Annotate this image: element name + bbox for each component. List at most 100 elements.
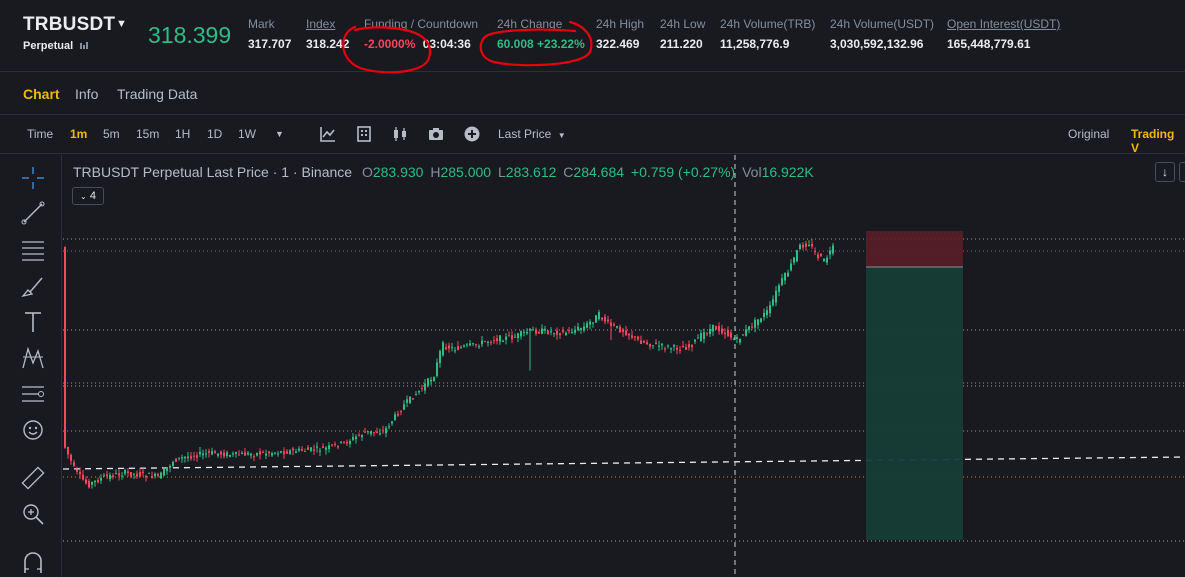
stat-label[interactable]: Open Interest(USDT) bbox=[947, 17, 1060, 31]
arrow-down-icon[interactable]: ↓ bbox=[1155, 162, 1175, 182]
candlestick-chart-canvas[interactable] bbox=[63, 155, 1185, 577]
candle-body bbox=[103, 475, 105, 477]
stop-loss-zone bbox=[866, 231, 963, 267]
candle-body bbox=[322, 446, 324, 448]
candle-body bbox=[139, 472, 141, 477]
crosshair-icon[interactable] bbox=[20, 165, 46, 191]
brush-icon[interactable] bbox=[20, 273, 46, 299]
candle-body bbox=[79, 472, 81, 475]
interval-1w[interactable]: 1W bbox=[238, 127, 256, 141]
candle-body bbox=[142, 471, 144, 473]
stat-label[interactable]: Index bbox=[306, 17, 349, 31]
stat-value: 60.008 +23.22% bbox=[497, 37, 585, 51]
chevron-down-icon[interactable]: ▼ bbox=[275, 129, 284, 139]
candle-body bbox=[304, 450, 306, 452]
ruler-icon[interactable] bbox=[20, 465, 46, 491]
plus-circle-icon[interactable] bbox=[463, 125, 481, 143]
candle-body bbox=[337, 445, 339, 448]
emoji-icon[interactable] bbox=[20, 417, 46, 443]
candle-body bbox=[127, 471, 129, 473]
candle-body bbox=[475, 344, 477, 346]
contract-info-icon bbox=[80, 42, 88, 49]
candle-body bbox=[271, 453, 273, 456]
tab-info[interactable]: Info bbox=[75, 86, 98, 102]
magnet-icon[interactable] bbox=[20, 549, 46, 575]
candle-body bbox=[259, 451, 261, 455]
stat-label: 24h Volume(TRB) bbox=[720, 17, 816, 31]
candle-body bbox=[433, 377, 435, 382]
candle-body bbox=[448, 345, 450, 349]
view-tradingview[interactable]: Trading V bbox=[1131, 127, 1185, 155]
stat-label: 24h Low bbox=[660, 17, 706, 31]
zoom-icon[interactable] bbox=[20, 501, 46, 527]
legend-close: 284.684 bbox=[573, 164, 625, 180]
candle-body bbox=[493, 340, 495, 342]
tab-chart[interactable]: Chart bbox=[23, 86, 60, 102]
chart-settings-button[interactable] bbox=[1179, 162, 1185, 182]
candle-body bbox=[754, 319, 756, 328]
candle-body bbox=[496, 338, 498, 341]
candle-body bbox=[607, 319, 609, 322]
candle-body bbox=[769, 305, 771, 314]
candle-body bbox=[772, 299, 774, 306]
price-chart[interactable]: TRBUSDT Perpetual Last Price · 1 · Binan… bbox=[63, 155, 1185, 577]
interval-5m[interactable]: 5m bbox=[103, 127, 120, 141]
interval-1d[interactable]: 1D bbox=[207, 127, 222, 141]
candle-body bbox=[184, 456, 186, 459]
candle-body bbox=[547, 330, 549, 334]
candle-body bbox=[556, 330, 558, 335]
stat-mark: Mark 317.707 bbox=[248, 17, 291, 51]
candle-body bbox=[343, 441, 345, 443]
candle-body bbox=[538, 331, 540, 334]
symbol-name[interactable]: TRBUSDT bbox=[23, 14, 115, 36]
candle-body bbox=[85, 479, 87, 484]
candle-body bbox=[181, 457, 183, 459]
indicator-collapse-toggle[interactable]: ⌄ 4 bbox=[72, 187, 104, 205]
template-icon[interactable] bbox=[355, 125, 373, 143]
stat-label[interactable]: Funding / Countdown bbox=[364, 17, 478, 31]
camera-icon[interactable] bbox=[427, 125, 445, 143]
fib-icon[interactable] bbox=[20, 237, 46, 263]
candle-body bbox=[646, 342, 648, 345]
candle-body bbox=[121, 475, 123, 477]
candle-body bbox=[418, 390, 420, 393]
candle-body bbox=[760, 318, 762, 322]
pattern-icon[interactable] bbox=[20, 345, 46, 371]
candle-body bbox=[802, 244, 804, 248]
text-icon[interactable] bbox=[20, 309, 46, 335]
candle-body bbox=[451, 347, 453, 349]
candle-body bbox=[598, 312, 600, 320]
candle-body bbox=[820, 253, 822, 257]
candle-body bbox=[523, 331, 525, 333]
price-type-select[interactable]: Last Price ▼ bbox=[498, 127, 566, 141]
candle-body bbox=[625, 330, 627, 336]
interval-1m[interactable]: 1m bbox=[70, 127, 87, 141]
chevron-down-icon[interactable]: ▼ bbox=[116, 18, 127, 30]
view-original[interactable]: Original bbox=[1068, 127, 1109, 141]
candle-body bbox=[742, 334, 744, 336]
interval-15m[interactable]: 15m bbox=[136, 127, 159, 141]
candle-body bbox=[745, 329, 747, 336]
candle-body bbox=[703, 332, 705, 339]
candle-body bbox=[619, 326, 621, 333]
candle-body bbox=[163, 468, 165, 476]
prediction-icon[interactable] bbox=[20, 381, 46, 407]
time-label: Time bbox=[27, 127, 54, 141]
candle-body bbox=[430, 379, 432, 382]
stat-label: 24h High bbox=[596, 17, 645, 31]
stat-24h-volume-trb: 24h Volume(TRB) 11,258,776.9 bbox=[720, 17, 815, 51]
indicator-icon[interactable] bbox=[319, 125, 337, 143]
interval-1h[interactable]: 1H bbox=[175, 127, 190, 141]
candle-body bbox=[514, 336, 516, 338]
candle-body bbox=[229, 455, 231, 457]
candle-body bbox=[367, 431, 369, 433]
trend-line-icon[interactable] bbox=[20, 200, 46, 226]
legend-vol-label: Vol bbox=[742, 164, 762, 180]
chart-toolbar: Time 1m 5m 15m 1H 1D 1W ▼ Last Price ▼ O… bbox=[0, 116, 1185, 155]
candle-body bbox=[391, 421, 393, 424]
tab-trading-data[interactable]: Trading Data bbox=[117, 86, 197, 102]
candle-body bbox=[529, 328, 531, 331]
candle-body bbox=[364, 431, 366, 433]
candle-style-icon[interactable] bbox=[391, 125, 409, 143]
candle-body bbox=[652, 345, 654, 347]
